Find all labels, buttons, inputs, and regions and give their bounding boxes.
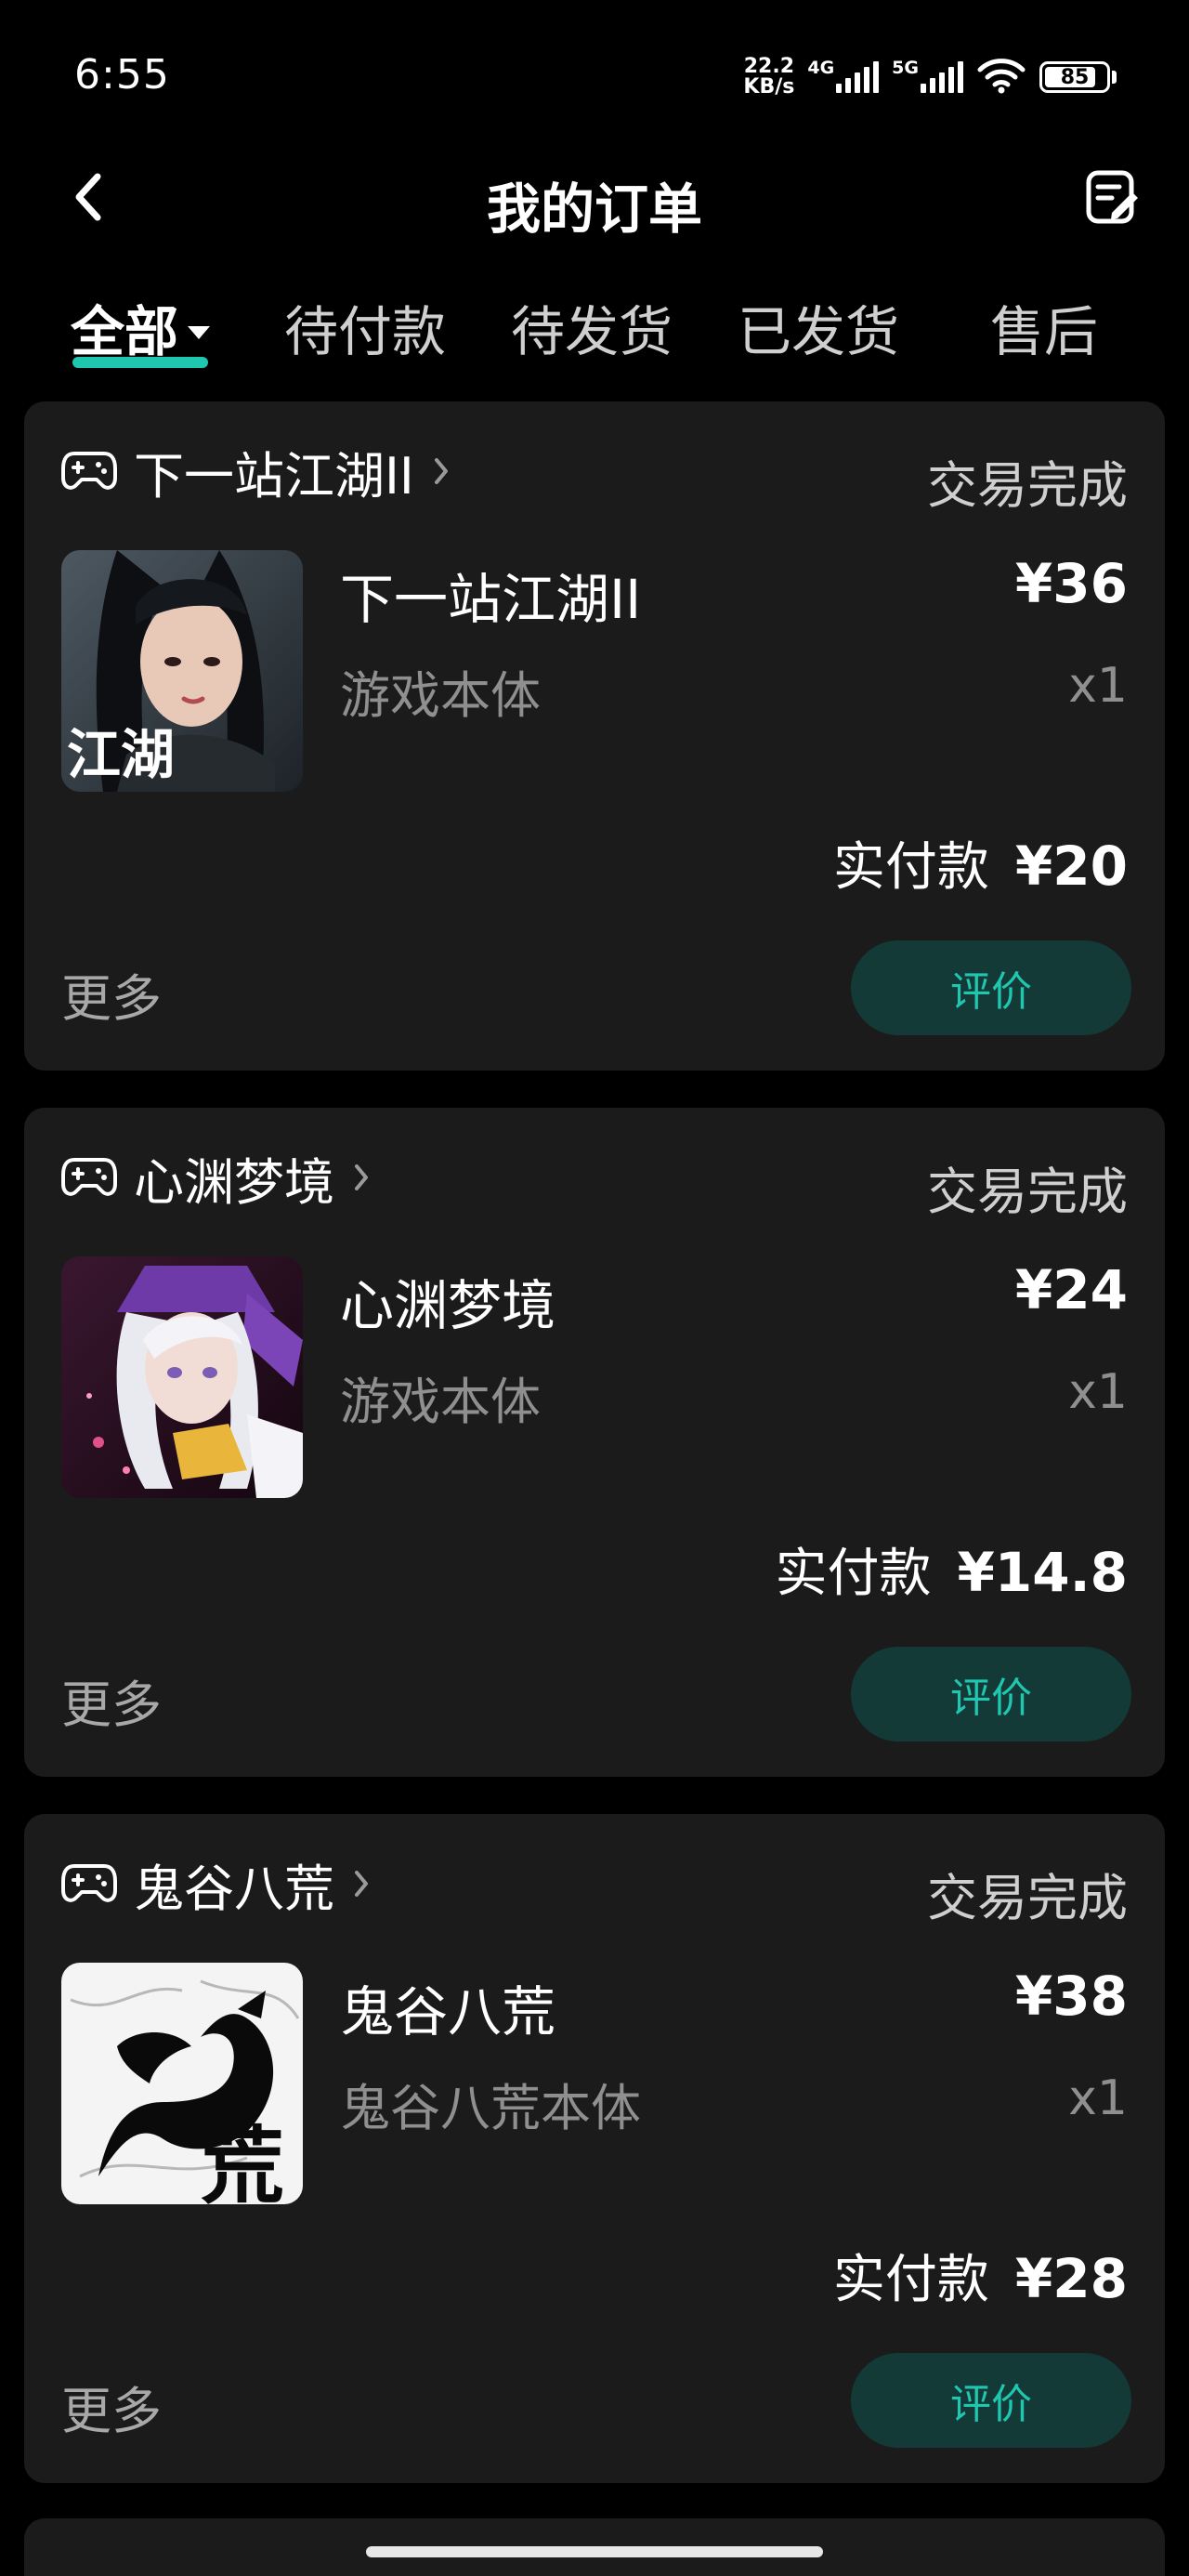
- gamepad-icon: [61, 1158, 117, 1196]
- item-price: ¥38: [1014, 1965, 1128, 2028]
- item-subtitle: 游戏本体: [340, 666, 541, 725]
- edit-orders-button[interactable]: [1076, 160, 1150, 234]
- tab-pending-shipment[interactable]: 待发货: [511, 288, 673, 366]
- item-quantity: x1: [1068, 658, 1128, 714]
- screen: 6:55 22.2 KB/s 4G 5G 85 我的订单 全部 待付款 待发货 …: [0, 0, 1189, 2576]
- item-subtitle: 游戏本体: [340, 1373, 541, 1431]
- review-button[interactable]: 评价: [851, 1647, 1131, 1741]
- edit-note-icon: [1086, 170, 1138, 224]
- tab-shipped[interactable]: 已发货: [738, 288, 899, 366]
- item-quantity: x1: [1068, 1364, 1128, 1420]
- paid-label: 实付款: [832, 2250, 989, 2310]
- wifi-icon: [976, 57, 1026, 98]
- cover-title-text: 江湖: [67, 723, 175, 786]
- paid-value: ¥14.8: [957, 1541, 1128, 1604]
- more-link[interactable]: 更多: [61, 2370, 162, 2443]
- order-status: 交易完成: [927, 1869, 1128, 1927]
- battery-icon: 85: [1039, 61, 1117, 93]
- tab-all[interactable]: 全部: [71, 288, 211, 366]
- battery-level: 85: [1060, 65, 1090, 89]
- game-cover-image: 荒: [61, 1963, 303, 2204]
- more-link[interactable]: 更多: [61, 957, 162, 1031]
- item-title: 下一站江湖II: [340, 568, 642, 631]
- status-bar: 6:55 22.2 KB/s 4G 5G 85: [0, 0, 1189, 139]
- order-status: 交易完成: [927, 1163, 1128, 1221]
- nav-bar: 我的订单: [0, 149, 1189, 242]
- review-button[interactable]: 评价: [851, 2353, 1131, 2448]
- order-card[interactable]: 心渊梦境 交易完成 心渊梦境 游戏本体 ¥24 x1 实付款 ¥14.8 更多 …: [24, 1108, 1165, 1777]
- tab-after-sales[interactable]: 售后: [990, 288, 1098, 366]
- paid-amount: 实付款 ¥20: [833, 825, 1128, 900]
- shop-link[interactable]: 心渊梦境: [61, 1145, 370, 1212]
- gamepad-icon: [61, 1864, 117, 1902]
- item-title: 心渊梦境: [340, 1274, 556, 1337]
- shop-name: 下一站江湖II: [134, 446, 414, 506]
- paid-label: 实付款: [832, 837, 989, 898]
- paid-label: 实付款: [775, 1544, 932, 1604]
- chevron-right-icon: [353, 1869, 370, 1899]
- signal-5g-icon: 5G: [892, 58, 963, 93]
- shop-link[interactable]: 下一站江湖II: [61, 439, 450, 506]
- signal-4g-label: 4G: [807, 58, 835, 78]
- paid-amount: 实付款 ¥28: [833, 2238, 1128, 2313]
- chevron-right-icon: [433, 456, 450, 486]
- network-speed-value: 22.2: [743, 55, 794, 78]
- more-link[interactable]: 更多: [61, 1663, 162, 1737]
- gamepad-icon: [61, 452, 117, 490]
- tab-pending-payment[interactable]: 待付款: [284, 288, 446, 366]
- chevron-right-icon: [353, 1163, 370, 1192]
- order-card[interactable]: 下一站江湖II 交易完成 江湖 下一站江湖II 游戏本体 ¥36 x1 实付款 …: [24, 401, 1165, 1071]
- item-price: ¥24: [1014, 1258, 1128, 1321]
- game-cover-image: 江湖: [61, 550, 303, 792]
- signal-5g-label: 5G: [892, 58, 919, 78]
- cover-title-text: 荒: [201, 2117, 284, 2204]
- paid-amount: 实付款 ¥14.8: [776, 1531, 1128, 1607]
- item-quantity: x1: [1068, 2070, 1128, 2126]
- tab-all-label: 全部: [71, 300, 179, 363]
- order-status: 交易完成: [927, 456, 1128, 515]
- status-time: 6:55: [74, 51, 170, 99]
- shop-link[interactable]: 鬼谷八荒: [61, 1851, 370, 1918]
- network-speed-unit: KB/s: [743, 75, 795, 99]
- game-cover-image: [61, 1256, 303, 1498]
- paid-value: ¥20: [1014, 835, 1128, 898]
- shop-name: 心渊梦境: [134, 1152, 334, 1212]
- paid-value: ¥28: [1014, 2247, 1128, 2310]
- item-title: 鬼谷八荒: [340, 1980, 556, 2044]
- tab-active-indicator: [72, 357, 208, 368]
- signal-4g-icon: 4G: [807, 58, 880, 93]
- caret-down-icon: [188, 325, 211, 339]
- review-button[interactable]: 评价: [851, 940, 1131, 1035]
- order-card[interactable]: 鬼谷八荒 交易完成 荒 鬼谷八荒 鬼谷八荒本体 ¥38 x1 实付款 ¥28 更…: [24, 1814, 1165, 2483]
- shop-name: 鬼谷八荒: [134, 1859, 334, 1918]
- home-indicator[interactable]: [366, 2546, 823, 2557]
- status-icons: 22.2 KB/s 4G 5G 85: [743, 54, 1117, 100]
- item-subtitle: 鬼谷八荒本体: [340, 2079, 641, 2137]
- network-speed: 22.2 KB/s: [743, 57, 794, 98]
- item-price: ¥36: [1014, 552, 1128, 615]
- order-tabs: 全部 待付款 待发货 已发货 售后: [0, 279, 1189, 372]
- page-title: 我的订单: [486, 177, 702, 241]
